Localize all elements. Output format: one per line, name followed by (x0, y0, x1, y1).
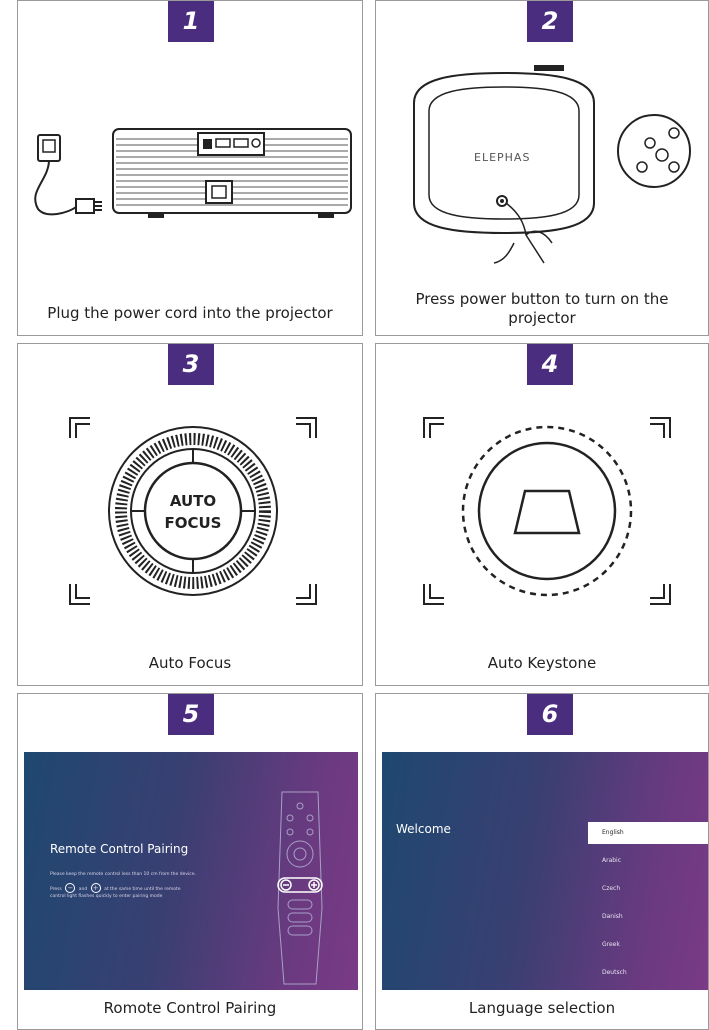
language-option-czech[interactable]: Czech (588, 878, 708, 900)
auto-focus-illustration (69, 417, 317, 605)
remote-pairing-instructions-line2: Press − and + at the same time until the… (50, 883, 181, 893)
language-option-greek[interactable]: Greek (588, 934, 708, 956)
step-4-panel: 4 Auto Keystone (375, 343, 709, 686)
power-cord-projector-illustration (34, 128, 352, 218)
step-6-caption: Language selection (468, 999, 616, 1017)
step-5-badge: 5 (168, 694, 214, 735)
remote-pairing-instructions-line3: control light flashes quickly to enter p… (50, 894, 163, 899)
remote-pairing-instructions-line1: Please keep the remote control less than… (50, 872, 196, 877)
language-option-english[interactable]: English (588, 822, 708, 844)
step-3-badge: 3 (168, 344, 214, 385)
step-3-caption: Auto Focus (148, 654, 232, 672)
step-2-caption-line1: Press power button to turn on the (415, 290, 669, 308)
step-4-caption: Auto Keystone (487, 654, 597, 672)
step-1-badge: 1 (168, 1, 214, 42)
language-option-arabic[interactable]: Arabic (588, 850, 708, 872)
language-list: English Arabic Czech Danish Greek Deutsc… (588, 822, 708, 990)
power-button-illustration (413, 65, 691, 264)
step-5-panel: 5 Remote Control Pairing Please keep the… (17, 693, 363, 1030)
auto-focus-label-line1: AUTO (169, 492, 217, 510)
welcome-title: Welcome (396, 822, 451, 836)
remote-pairing-screen-title: Remote Control Pairing (50, 842, 189, 856)
step-1-panel: 1 Plug the power cord into the projector (17, 0, 363, 336)
step-2-caption-line2: projector (508, 309, 576, 327)
language-option-deutsch[interactable]: Deutsch (588, 962, 708, 984)
brand-logo: ELEPHAS (474, 151, 531, 164)
remote-control-icon (277, 791, 323, 985)
step-3-panel: 3 AUTO FOCUS Auto Focus (17, 343, 363, 686)
step-4-badge: 4 (527, 344, 573, 385)
step-5-caption: Romote Control Pairing (103, 999, 277, 1017)
step-2-badge: 2 (527, 1, 573, 42)
step-6-badge: 6 (527, 694, 573, 735)
language-selection-screen: Welcome English Arabic Czech Danish Gree… (382, 752, 708, 990)
language-option-danish[interactable]: Danish (588, 906, 708, 928)
auto-focus-label-line2: FOCUS (164, 514, 222, 532)
step-2-panel: 2 ELEPHAS Press power button to turn on … (375, 0, 709, 336)
auto-keystone-illustration (423, 417, 671, 605)
step-6-panel: 6 Welcome English Arabic Czech Danish Gr… (375, 693, 709, 1030)
step-1-caption: Plug the power cord into the projector (47, 304, 333, 322)
remote-pairing-screen: Remote Control Pairing Please keep the r… (24, 752, 358, 990)
